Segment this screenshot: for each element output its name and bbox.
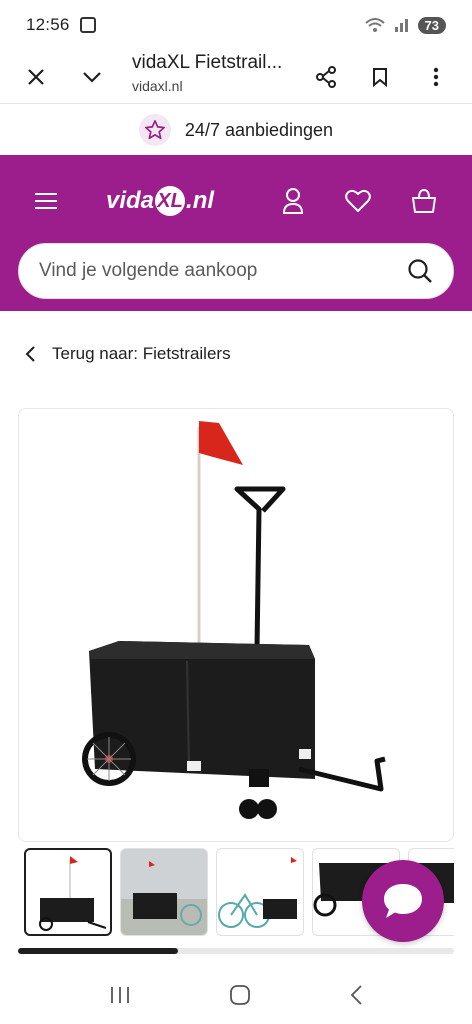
thumbnail-1[interactable] [24, 848, 112, 936]
more-options-button[interactable] [416, 57, 456, 97]
thumbnail-2[interactable] [120, 848, 208, 936]
status-time: 12:56 [26, 15, 70, 34]
system-navigation-bar [0, 970, 472, 1024]
wishlist-button[interactable] [340, 183, 376, 219]
home-icon [230, 984, 250, 1005]
site-logo[interactable]: vida XL .nl [106, 183, 214, 219]
close-icon [28, 69, 44, 85]
browser-toolbar: vidaXL Fietstrail... vidaxl.nl [0, 50, 472, 104]
back-link-label: Terug naar: Fietstrailers [52, 344, 231, 363]
page-title-block: vidaXL Fietstrail... vidaxl.nl [132, 52, 302, 94]
page-domain: vidaxl.nl [132, 78, 183, 94]
bike-trailer-image [82, 421, 386, 819]
recent-apps-button[interactable] [109, 985, 131, 1010]
cart-button[interactable] [406, 183, 442, 219]
hamburger-icon [35, 193, 57, 209]
search-bar[interactable]: Vind je volgende aankoop [18, 243, 454, 299]
status-bar: 12:56 73 [0, 0, 472, 50]
chevron-left-icon [25, 346, 35, 362]
chat-button[interactable] [362, 860, 444, 942]
gallery-scroll-indicator [18, 948, 454, 954]
basket-icon [412, 188, 436, 213]
menu-button[interactable] [28, 183, 64, 219]
back-arrow-icon [350, 984, 362, 1005]
gallery-scroll-thumb [18, 948, 178, 954]
minimize-tab-button[interactable] [72, 57, 112, 97]
promo-banner[interactable]: 24/7 aanbiedingen [0, 105, 472, 155]
user-icon [282, 188, 304, 214]
search-icon[interactable] [407, 258, 433, 284]
back-link[interactable]: Terug naar: Fietstrailers [24, 338, 231, 370]
close-tab-button[interactable] [16, 57, 56, 97]
signal-icon [394, 19, 408, 32]
share-icon [316, 66, 336, 88]
chat-bubble-icon [384, 884, 422, 918]
product-main-image[interactable] [18, 408, 454, 842]
more-vertical-icon [433, 67, 439, 87]
heart-icon [345, 189, 371, 212]
thumbnail-3[interactable] [216, 848, 304, 936]
page-title: vidaXL Fietstrail... [132, 52, 283, 73]
site-header: vida XL .nl Vind je volgende aankoop [0, 155, 472, 311]
wifi-icon [364, 18, 385, 32]
share-button[interactable] [306, 57, 346, 97]
logo-xl: XL [155, 186, 186, 216]
screenshot-icon [79, 17, 96, 33]
home-button[interactable] [229, 984, 251, 1011]
bookmark-button[interactable] [360, 57, 400, 97]
star-icon [138, 114, 171, 146]
logo-text-pre: vida [106, 187, 155, 214]
recent-apps-icon [111, 986, 129, 1003]
chevron-down-icon [83, 72, 101, 83]
logo-text-post: .nl [186, 187, 215, 214]
search-input[interactable]: Vind je volgende aankoop [39, 260, 407, 282]
bookmark-icon [373, 68, 387, 87]
battery-indicator: 73 [417, 16, 446, 34]
account-button[interactable] [275, 183, 311, 219]
back-button[interactable] [349, 984, 363, 1011]
promo-text: 24/7 aanbiedingen [184, 119, 334, 140]
